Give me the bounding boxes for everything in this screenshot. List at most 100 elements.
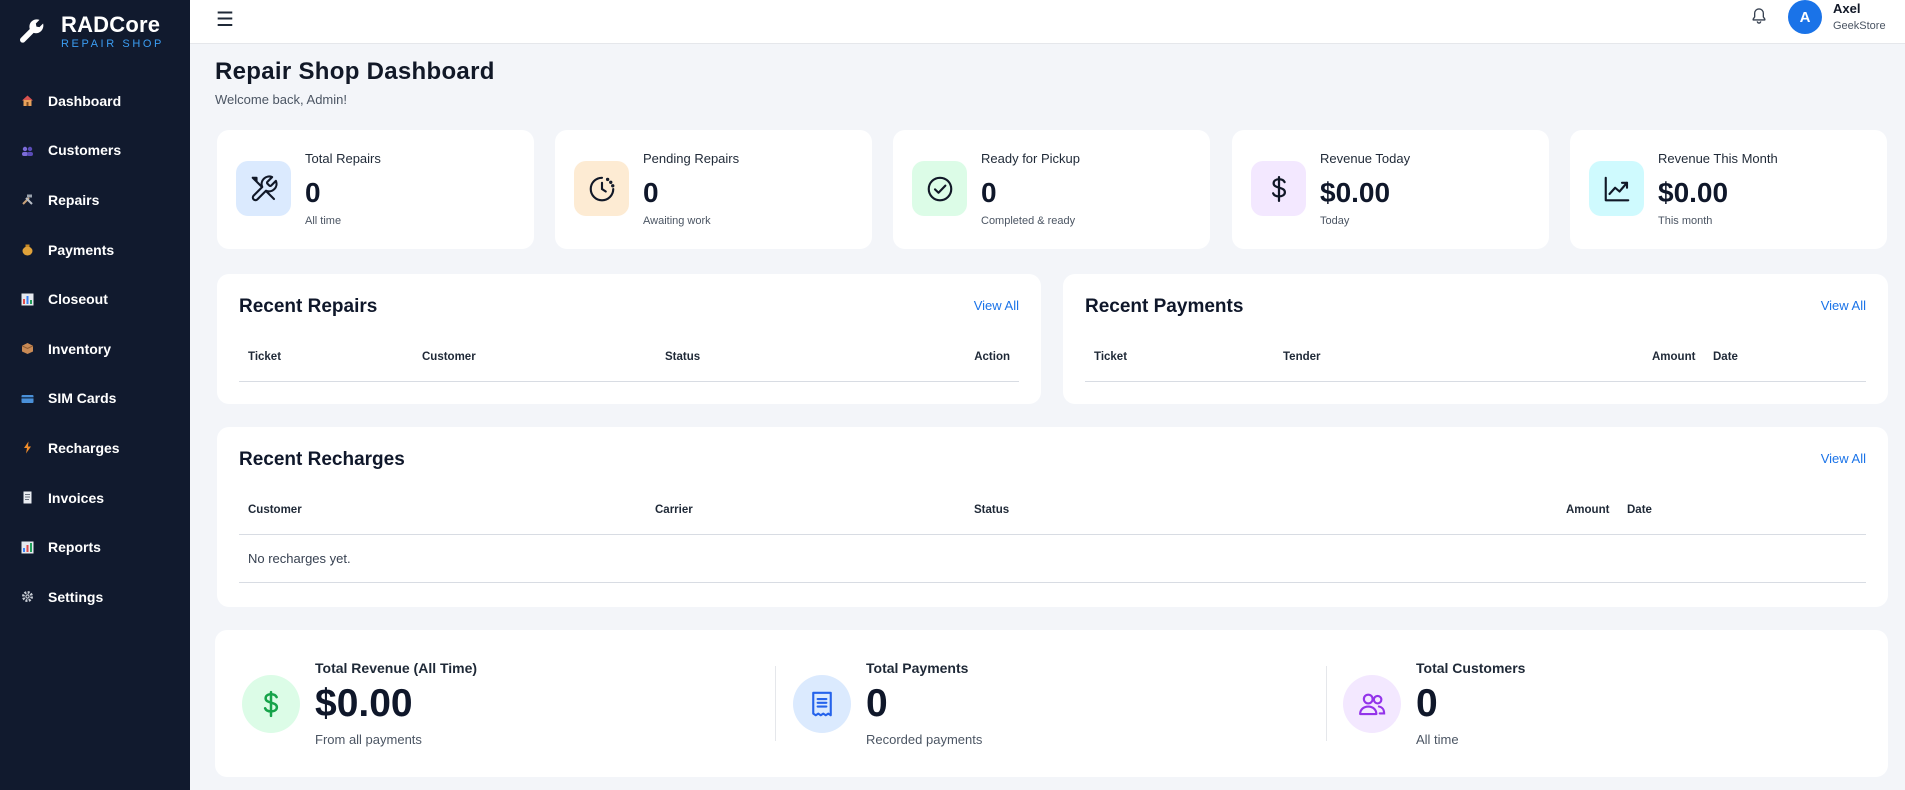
stat-label: Ready for Pickup xyxy=(981,151,1080,166)
page-title: Repair Shop Dashboard xyxy=(215,58,495,85)
stat-value: 0 xyxy=(643,177,659,208)
sidebar-item-label: Invoices xyxy=(48,489,105,506)
panel-title: Recent Repairs xyxy=(239,296,378,317)
sidebar-item-customers[interactable]: Customers xyxy=(0,126,190,176)
stat-card-revenue-today: Revenue Today $0.00 Today xyxy=(1232,130,1549,249)
recent-repairs-panel: Recent Repairs View All Ticket Customer … xyxy=(217,274,1041,404)
column-header[interactable]: Customer xyxy=(248,504,302,516)
card-icon xyxy=(21,392,34,405)
sidebar-nav: Dashboard Customers Repairs Payments Clo… xyxy=(0,76,190,622)
column-header[interactable]: Amount xyxy=(1652,351,1695,363)
people-icon xyxy=(21,144,34,157)
sidebar-item-label: Recharges xyxy=(48,439,120,456)
sidebar-item-label: Repairs xyxy=(48,191,100,208)
brand[interactable]: RADCore REPAIR SHOP xyxy=(0,0,190,62)
summary-total-payments: Total Payments 0 Recorded payments xyxy=(766,630,1324,777)
bar-chart-icon xyxy=(21,293,34,306)
brand-name: RADCore xyxy=(61,11,161,37)
sidebar-item-label: Closeout xyxy=(48,291,108,308)
summary-label: Total Customers xyxy=(1416,660,1526,676)
user-store: GeekStore xyxy=(1833,20,1886,32)
sidebar-item-label: Inventory xyxy=(48,340,112,357)
table-header: Customer Carrier Status Amount Date xyxy=(239,489,1866,535)
stat-value: $0.00 xyxy=(1320,177,1391,208)
sidebar-item-invoices[interactable]: Invoices xyxy=(0,473,190,523)
stat-note: Completed & ready xyxy=(981,215,1076,227)
sidebar-item-closeout[interactable]: Closeout xyxy=(0,274,190,324)
chart-icon xyxy=(21,541,34,554)
table-row: No recharges yet. xyxy=(239,535,1866,583)
tools-icon xyxy=(236,161,291,216)
stat-value: $0.00 xyxy=(1658,177,1729,208)
table-header: Ticket Customer Status Action xyxy=(239,336,1019,382)
wrench-icon xyxy=(20,19,44,43)
dollar-icon xyxy=(242,675,300,733)
stat-value: 0 xyxy=(981,177,997,208)
column-header[interactable]: Ticket xyxy=(248,351,281,363)
sidebar: RADCore REPAIR SHOP Dashboard Customers … xyxy=(0,0,190,790)
column-header[interactable]: Tender xyxy=(1283,351,1321,363)
menu-toggle-button[interactable]: ☰ xyxy=(216,7,234,32)
view-all-payments-link[interactable]: View All xyxy=(1821,298,1866,313)
column-header[interactable]: Date xyxy=(1713,351,1738,363)
summary-label: Total Payments xyxy=(866,660,969,676)
view-all-recharges-link[interactable]: View All xyxy=(1821,451,1866,466)
sidebar-item-reports[interactable]: Reports xyxy=(0,522,190,572)
stat-note: All time xyxy=(305,215,342,227)
sidebar-item-dashboard[interactable]: Dashboard xyxy=(0,76,190,126)
house-icon xyxy=(21,94,34,107)
stat-card-total-repairs: Total Repairs 0 All time xyxy=(217,130,534,249)
sidebar-item-label: Payments xyxy=(48,241,115,258)
sidebar-item-inventory[interactable]: Inventory xyxy=(0,324,190,374)
column-header[interactable]: Ticket xyxy=(1094,351,1127,363)
column-header[interactable]: Customer xyxy=(422,351,476,363)
stat-note: Awaiting work xyxy=(643,215,711,227)
user-name: Axel xyxy=(1833,1,1861,16)
column-header[interactable]: Carrier xyxy=(655,504,693,516)
sidebar-item-label: Customers xyxy=(48,142,122,159)
sidebar-item-recharges[interactable]: Recharges xyxy=(0,423,190,473)
stat-label: Revenue This Month xyxy=(1658,151,1778,166)
stat-card-pending-repairs: Pending Repairs 0 Awaiting work xyxy=(555,130,872,249)
stat-note: Today xyxy=(1320,215,1350,227)
empty-state-text: No recharges yet. xyxy=(248,551,351,566)
stat-label: Revenue Today xyxy=(1320,151,1411,166)
dollar-icon xyxy=(1251,161,1306,216)
bell-icon[interactable] xyxy=(1749,6,1769,26)
column-header[interactable]: Action xyxy=(974,351,1010,363)
sidebar-item-repairs[interactable]: Repairs xyxy=(0,175,190,225)
summary-total-revenue: Total Revenue (All Time) $0.00 From all … xyxy=(215,630,773,777)
sidebar-item-label: Dashboard xyxy=(48,92,122,109)
recent-payments-panel: Recent Payments View All Ticket Tender A… xyxy=(1063,274,1888,404)
column-header[interactable]: Amount xyxy=(1566,504,1609,516)
avatar[interactable]: A xyxy=(1788,0,1822,34)
receipt-icon xyxy=(793,675,851,733)
view-all-repairs-link[interactable]: View All xyxy=(974,298,1019,313)
package-icon xyxy=(21,342,34,355)
summary-value: 0 xyxy=(1416,682,1438,725)
stat-card-revenue-month: Revenue This Month $0.00 This month xyxy=(1570,130,1887,249)
column-header[interactable]: Status xyxy=(974,504,1009,516)
sidebar-item-payments[interactable]: Payments xyxy=(0,225,190,275)
summary-label: Total Revenue (All Time) xyxy=(315,660,478,676)
panel-title: Recent Recharges xyxy=(239,449,405,470)
hammer-wrench-icon xyxy=(21,193,34,206)
page-subtitle: Welcome back, Admin! xyxy=(215,92,347,107)
summary-value: 0 xyxy=(866,682,888,725)
recent-recharges-panel: Recent Recharges View All Customer Carri… xyxy=(217,427,1888,607)
clock-icon xyxy=(574,161,629,216)
stat-label: Total Repairs xyxy=(305,151,381,166)
trend-up-icon xyxy=(1589,161,1644,216)
check-circle-icon xyxy=(912,161,967,216)
panel-title: Recent Payments xyxy=(1085,296,1244,317)
money-bag-icon xyxy=(21,243,34,256)
sidebar-item-settings[interactable]: Settings xyxy=(0,572,190,622)
stat-card-ready-for-pickup: Ready for Pickup 0 Completed & ready xyxy=(893,130,1210,249)
users-icon xyxy=(1343,675,1401,733)
brand-subtitle: REPAIR SHOP xyxy=(61,37,164,50)
sidebar-item-sim-cards[interactable]: SIM Cards xyxy=(0,374,190,424)
column-header[interactable]: Date xyxy=(1627,504,1652,516)
column-header[interactable]: Status xyxy=(665,351,700,363)
topbar: ☰ A Axel GeekStore xyxy=(190,0,1905,44)
stat-label: Pending Repairs xyxy=(643,151,740,166)
